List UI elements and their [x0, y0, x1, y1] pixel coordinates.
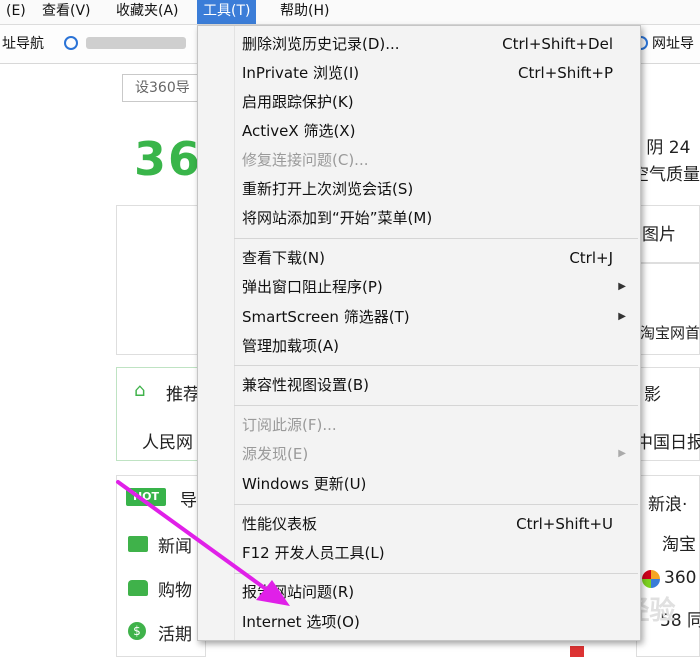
annotation-arrow: [116, 480, 290, 606]
annotation-arrow-shaft: [116, 480, 272, 594]
